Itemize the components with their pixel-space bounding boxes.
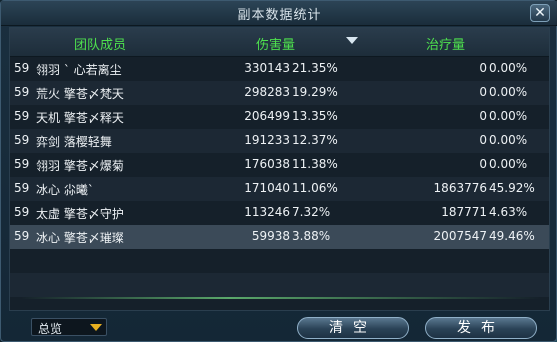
- empty-row: [10, 273, 549, 297]
- row-healing-percent: 0.00%: [489, 61, 528, 75]
- row-member-name: 冰心 尛曦`: [36, 183, 94, 197]
- row-damage-percent: 3.88%: [292, 229, 331, 243]
- row-healing: 0: [479, 157, 487, 171]
- chevron-down-icon: [90, 324, 102, 331]
- title-bar[interactable]: 副本数据统计 ✕: [1, 1, 557, 26]
- row-member-name: 翎羽 ` 心若离尘: [36, 63, 122, 77]
- row-damage: 298283: [244, 85, 290, 99]
- table-row[interactable]: 59 荒火 擎苍〆梵天 298283 19.29% 0 0.00%: [10, 81, 549, 105]
- row-member-name: 天机 擎苍〆释天: [36, 111, 124, 125]
- row-damage-percent: 11.38%: [292, 157, 338, 171]
- close-icon: ✕: [534, 5, 546, 21]
- row-damage-percent: 7.32%: [292, 205, 331, 219]
- row-damage: 176038: [244, 157, 290, 171]
- row-healing: 0: [479, 133, 487, 147]
- row-healing: 0: [479, 61, 487, 75]
- row-healing-percent: 49.46%: [489, 229, 535, 243]
- row-damage: 330143: [244, 61, 290, 75]
- row-damage-percent: 11.06%: [292, 181, 338, 195]
- row-healing-percent: 0.00%: [489, 157, 528, 171]
- row-level: 59: [14, 61, 30, 75]
- row-healing: 2007547: [433, 229, 487, 243]
- table-row[interactable]: 59 翎羽 擎苍〆爆菊 176038 11.38% 0 0.00%: [10, 153, 549, 177]
- row-damage: 113246: [244, 205, 290, 219]
- table-row[interactable]: 59 冰心 擎苍〆璀璨 59938 3.88% 2007547 49.46%: [10, 225, 549, 249]
- header-member[interactable]: 团队成员: [74, 34, 126, 53]
- row-damage-percent: 13.35%: [292, 109, 338, 123]
- row-level: 59: [14, 205, 30, 219]
- row-healing: 187771: [441, 205, 487, 219]
- table-row[interactable]: 59 天机 擎苍〆释天 206499 13.35% 0 0.00%: [10, 105, 549, 129]
- clear-button[interactable]: 清空: [297, 317, 409, 339]
- row-level: 59: [14, 133, 30, 147]
- row-level: 59: [14, 229, 30, 243]
- publish-button[interactable]: 发布: [425, 317, 537, 339]
- row-healing: 1863776: [433, 181, 487, 195]
- clear-button-label: 清空: [329, 320, 377, 336]
- row-damage-percent: 12.37%: [292, 133, 338, 147]
- row-healing-percent: 0.00%: [489, 85, 528, 99]
- row-level: 59: [14, 85, 30, 99]
- header-healing[interactable]: 治疗量: [426, 34, 465, 53]
- row-damage: 59938: [251, 229, 290, 243]
- table-row[interactable]: 59 冰心 尛曦` 171040 11.06% 1863776 45.92%: [10, 177, 549, 201]
- view-filter-dropdown[interactable]: 总览: [31, 318, 107, 336]
- table-row[interactable]: 59 弈剑 落樱轻舞 191233 12.37% 0 0.00%: [10, 129, 549, 153]
- row-level: 59: [14, 157, 30, 171]
- row-level: 59: [14, 109, 30, 123]
- row-member-name: 翎羽 擎苍〆爆菊: [36, 159, 124, 173]
- sort-desc-icon[interactable]: [346, 37, 358, 44]
- row-level: 59: [14, 181, 30, 195]
- decorative-divider: [21, 297, 541, 299]
- row-member-name: 冰心 擎苍〆璀璨: [36, 231, 124, 245]
- table-header: 团队成员 伤害量 治疗量: [10, 28, 549, 57]
- table-row[interactable]: 59 翎羽 ` 心若离尘 330143 21.35% 0 0.00%: [10, 57, 549, 81]
- row-healing: 0: [479, 109, 487, 123]
- row-member-name: 太虚 擎苍〆守护: [36, 207, 124, 221]
- window-title: 副本数据统计: [237, 8, 322, 23]
- row-damage: 206499: [244, 109, 290, 123]
- publish-button-label: 发布: [457, 320, 505, 336]
- row-member-name: 弈剑 落樱轻舞: [36, 135, 112, 149]
- stats-table: 团队成员 伤害量 治疗量 59 翎羽 ` 心若离尘 330143 21.35% 0 0.0…: [9, 27, 550, 311]
- row-healing-percent: 45.92%: [489, 181, 535, 195]
- row-healing-percent: 0.00%: [489, 133, 528, 147]
- row-damage-percent: 21.35%: [292, 61, 338, 75]
- dungeon-stats-window: 副本数据统计 ✕ 团队成员 伤害量 治疗量 59 翎羽 ` 心若离尘 330143 2…: [0, 0, 557, 342]
- row-damage: 191233: [244, 133, 290, 147]
- dropdown-selected-label: 总览: [38, 322, 63, 336]
- row-healing-percent: 0.00%: [489, 109, 528, 123]
- empty-row: [10, 249, 549, 273]
- table-row[interactable]: 59 太虚 擎苍〆守护 113246 7.32% 187771 4.63%: [10, 201, 549, 225]
- row-healing: 0: [479, 85, 487, 99]
- row-healing-percent: 4.63%: [489, 205, 528, 219]
- row-damage-percent: 19.29%: [292, 85, 338, 99]
- close-button[interactable]: ✕: [530, 4, 550, 22]
- row-damage: 171040: [244, 181, 290, 195]
- row-member-name: 荒火 擎苍〆梵天: [36, 87, 124, 101]
- header-damage[interactable]: 伤害量: [256, 34, 295, 53]
